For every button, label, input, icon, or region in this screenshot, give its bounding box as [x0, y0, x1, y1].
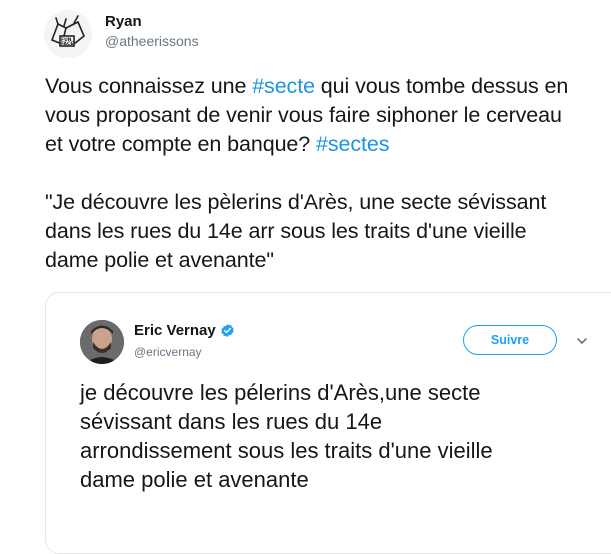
tweet-line: Vous connaissez une #secte qui vous tomb…: [45, 72, 605, 101]
quoted-author-name-text[interactable]: Eric Vernay: [134, 322, 216, 339]
chevron-down-icon[interactable]: [576, 335, 588, 347]
hashtag-link[interactable]: #sectes: [316, 132, 390, 156]
follow-button[interactable]: Suivre: [463, 325, 557, 355]
tweet-line: dans les rues du 14e arr sous les traits…: [45, 219, 527, 243]
quoted-line: dame polie et avenante: [80, 467, 309, 492]
quoted-author-handle[interactable]: @ericvernay: [134, 345, 202, 359]
svg-text:FACE: FACE: [61, 41, 73, 47]
tweet-line: "Je découvre les pèlerins d'Arès, une se…: [45, 190, 547, 214]
avatar-drawing: FUN FACE: [44, 10, 92, 58]
tweet-text: Vous connaissez une #secte qui vous tomb…: [45, 72, 605, 275]
avatar[interactable]: FUN FACE: [44, 10, 92, 58]
tweet-line-text: Vous connaissez une: [45, 74, 253, 98]
quoted-line: arrondissement sous les traits d'une vie…: [80, 438, 493, 463]
author-name[interactable]: Ryan: [105, 13, 142, 30]
quoted-avatar-drawing: [80, 320, 124, 364]
tweet-line: dame polie et avenante": [45, 248, 274, 272]
author-handle[interactable]: @atheerissons: [105, 33, 199, 49]
quoted-tweet-text: je découvre les pélerins d'Arès,une sect…: [80, 378, 600, 494]
tweet-line: vous proposant de venir vous faire sipho…: [45, 103, 562, 127]
tweet-line: et votre compte en banque? #sectes: [45, 130, 605, 159]
quoted-line: sévissant dans les rues du 14e: [80, 409, 383, 434]
hashtag-link[interactable]: #secte: [252, 74, 315, 98]
tweet-line-text: qui vous tombe dessus en: [314, 74, 569, 98]
tweet-line-text: et votre compte en banque?: [45, 132, 317, 156]
verified-badge-icon: [221, 323, 234, 338]
quoted-avatar[interactable]: [80, 320, 124, 364]
quoted-line: je découvre les pélerins d'Arès,une sect…: [80, 380, 481, 405]
quoted-author-name[interactable]: Eric Vernay: [134, 322, 235, 339]
